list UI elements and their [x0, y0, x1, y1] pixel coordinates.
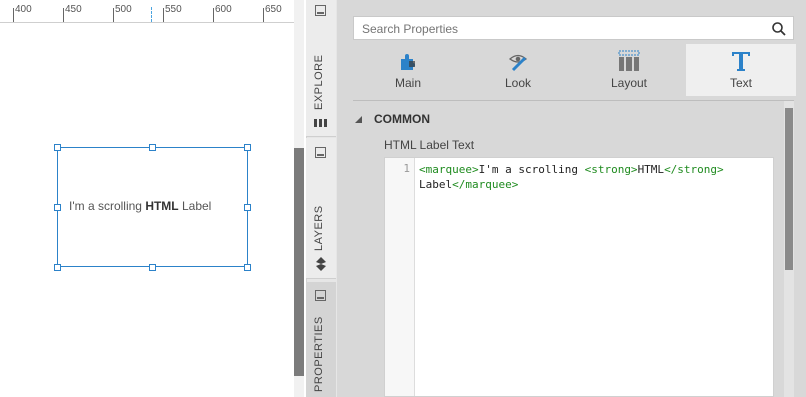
ruler-tick — [63, 8, 64, 22]
category-main[interactable]: Main — [353, 44, 463, 96]
paint-brush-icon — [508, 54, 528, 72]
ruler-label: 500 — [115, 4, 132, 15]
ruler-label: 550 — [165, 4, 182, 15]
puzzle-icon — [401, 54, 415, 70]
canvas-scrollbar-thumb[interactable] — [294, 148, 304, 376]
editor-gutter: 1 — [385, 158, 415, 396]
code-tag: <marquee> — [419, 163, 479, 176]
layers-icon — [316, 257, 326, 271]
label-text-bold: HTML — [145, 199, 179, 213]
ruler-label: 400 — [15, 4, 32, 15]
horizontal-ruler: 400 450 500 550 600 650 — [0, 0, 294, 23]
ruler-label: 650 — [265, 4, 282, 15]
code-tag: <strong> — [584, 163, 638, 176]
tab-explore[interactable]: EXPLORE — [306, 0, 336, 137]
panel-divider — [353, 100, 794, 101]
explore-icon — [314, 119, 327, 127]
label-text-suffix: Label — [178, 199, 212, 213]
ruler-tick — [263, 8, 264, 22]
ruler-tick — [213, 8, 214, 22]
code-content[interactable]: <marquee>I'm a scrolling <strong>HTML</s… — [419, 162, 724, 192]
resize-handle-bottom-right[interactable] — [244, 264, 251, 271]
dock-icon[interactable] — [315, 290, 326, 301]
category-text-label: Text — [729, 76, 752, 90]
code-tag: </strong> — [664, 163, 724, 176]
resize-handle-right[interactable] — [244, 204, 251, 211]
code-text: I'm a scrolling — [478, 163, 585, 176]
search-input[interactable] — [360, 21, 764, 37]
resize-handle-top[interactable] — [149, 144, 156, 151]
ruler-tick — [13, 8, 14, 22]
ruler-label: 450 — [65, 4, 82, 15]
text-t-icon — [732, 52, 750, 71]
dock-icon[interactable] — [315, 5, 326, 16]
tab-layers-label: LAYERS — [313, 205, 325, 251]
ruler-position-marker — [151, 7, 153, 22]
tab-layers[interactable]: LAYERS — [306, 138, 336, 279]
code-tag: </marquee> — [452, 178, 519, 191]
search-properties-box[interactable] — [353, 16, 794, 40]
resize-handle-left[interactable] — [54, 204, 61, 211]
layout-grid-icon — [618, 50, 640, 71]
code-text: Label — [419, 178, 453, 191]
panel-scrollbar-thumb[interactable] — [785, 108, 793, 270]
html-code-editor[interactable]: 1 <marquee>I'm a scrolling <strong>HTML<… — [384, 157, 774, 397]
ruler-tick — [163, 8, 164, 22]
category-look[interactable]: Look — [463, 44, 573, 96]
line-number: 1 — [403, 162, 410, 175]
dock-icon[interactable] — [315, 147, 326, 158]
resize-handle-top-left[interactable] — [54, 144, 61, 151]
category-main-label: Main — [394, 76, 421, 90]
tab-properties[interactable]: PROPERTIES — [306, 282, 336, 397]
code-text: HTML — [637, 163, 665, 176]
resize-handle-top-right[interactable] — [244, 144, 251, 151]
ruler-label: 600 — [215, 4, 232, 15]
resize-handle-bottom[interactable] — [149, 264, 156, 271]
tab-explore-label: EXPLORE — [313, 54, 325, 110]
category-layout[interactable]: Layout — [574, 44, 684, 96]
search-icon[interactable] — [771, 21, 787, 37]
category-text[interactable]: Text — [686, 44, 796, 96]
tab-properties-label: PROPERTIES — [313, 316, 325, 392]
ruler-tick — [113, 8, 114, 22]
html-label-text-property-label: HTML Label Text — [384, 138, 475, 152]
html-label-text: I'm a scrolling HTML Label — [69, 199, 211, 213]
category-look-label: Look — [504, 76, 532, 90]
collapse-triangle-icon[interactable] — [355, 116, 362, 123]
section-common-title[interactable]: COMMON — [374, 112, 430, 126]
category-layout-label: Layout — [610, 76, 648, 90]
design-canvas[interactable]: 400 450 500 550 600 650 I'm a scrolling … — [0, 0, 294, 397]
label-text-prefix: I'm a scrolling — [69, 199, 146, 213]
resize-handle-bottom-left[interactable] — [54, 264, 61, 271]
